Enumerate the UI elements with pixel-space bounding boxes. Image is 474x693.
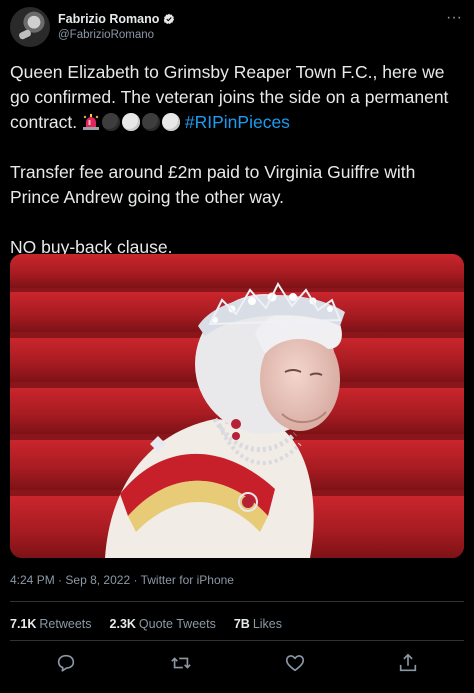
tweet-body: Queen Elizabeth to Grimsby Reaper Town F… [10, 60, 466, 285]
avatar-hand-graphic [18, 28, 32, 41]
share-icon[interactable] [397, 652, 419, 674]
meta-separator: · [133, 573, 138, 587]
like-icon[interactable] [284, 652, 306, 674]
display-name-row: Fabrizio Romano [58, 12, 175, 26]
tweet-photo[interactable] [10, 254, 464, 558]
quotes-count: 2.3K [109, 617, 136, 631]
likes-label: Likes [252, 617, 282, 631]
rotating-light-icon [83, 114, 99, 130]
tweet-paragraph-1: Queen Elizabeth to Grimsby Reaper Town F… [10, 60, 466, 135]
author-handle[interactable]: @FabrizioRomano [58, 29, 175, 41]
reply-icon[interactable] [55, 652, 77, 674]
tweet-date[interactable]: Sep 8, 2022 [65, 573, 130, 587]
quotes-stat[interactable]: 2.3K Quote Tweets [110, 617, 216, 631]
retweets-count: 7.1K [10, 617, 37, 631]
retweets-stat[interactable]: 7.1K Retweets [10, 617, 92, 631]
photo-illustration [10, 254, 464, 558]
full-moon-icon [122, 113, 140, 131]
retweet-icon[interactable] [170, 652, 192, 674]
tweet-time[interactable]: 4:24 PM [10, 573, 55, 587]
tweet-meta: 4:24 PM · Sep 8, 2022 · Twitter for iPho… [10, 573, 234, 587]
tweet-actions [0, 652, 474, 676]
emoji-row [82, 113, 180, 131]
divider [10, 601, 464, 602]
quotes-label: Quote Tweets [138, 617, 216, 631]
tweet-paragraph-2: Transfer fee around £2m paid to Virginia… [10, 162, 416, 207]
tweet-header: Fabrizio Romano @FabrizioRomano ··· [10, 4, 464, 52]
more-options-icon[interactable]: ··· [446, 10, 462, 26]
hashtag-link[interactable]: #RIPinPieces [185, 112, 290, 132]
divider [10, 640, 464, 641]
full-moon-icon [162, 113, 180, 131]
tweet-stats: 7.1K Retweets 2.3K Quote Tweets 7B Likes [10, 617, 282, 631]
author-names: Fabrizio Romano @FabrizioRomano [58, 12, 175, 41]
likes-stat[interactable]: 7B Likes [234, 617, 282, 631]
author-display-name[interactable]: Fabrizio Romano [58, 12, 159, 26]
likes-count: 7B [233, 617, 250, 631]
new-moon-icon [102, 113, 120, 131]
verified-badge-icon [164, 13, 175, 24]
author-avatar[interactable] [10, 7, 50, 47]
new-moon-icon [142, 113, 160, 131]
tweet-source: Twitter for iPhone [140, 573, 234, 587]
retweets-label: Retweets [39, 617, 92, 631]
meta-separator: · [58, 573, 63, 587]
